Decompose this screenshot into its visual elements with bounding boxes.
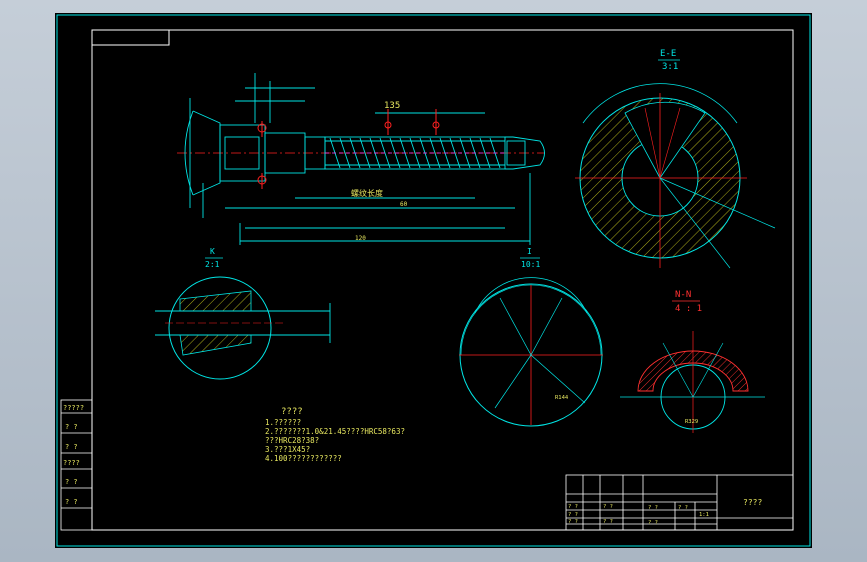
notes-title: ???? — [281, 407, 303, 417]
technical-notes: ???? 1.?????? 2.???????1.0&21.45????HRC5… — [265, 407, 405, 463]
k-label: K — [210, 247, 215, 256]
i-label: I — [527, 247, 532, 256]
tb-cell: ? ? — [648, 505, 658, 511]
ee-scale: 3:1 — [662, 62, 678, 72]
note-line: 1.?????? — [265, 418, 301, 427]
note-line: 2.???????1.0&21.45????HRC58?63? — [265, 427, 405, 436]
side-cell: ? ? — [65, 478, 78, 486]
dim-120: 120 — [355, 235, 366, 242]
note-line: 4.100???????????? — [265, 454, 342, 463]
dim-r144: R144 — [555, 395, 569, 401]
tb-cell: ? ? — [568, 519, 578, 525]
thread-callout: 螺纹长度 — [351, 188, 383, 198]
tb-cell: ? ? — [678, 505, 688, 511]
code-box — [91, 29, 170, 46]
main-view-screw — [177, 73, 545, 245]
k-scale: 2:1 — [205, 260, 220, 269]
detail-i: I 10:1 R144 — [459, 247, 603, 427]
side-cell: ???? — [63, 459, 80, 467]
tb-cell: ? ? — [603, 504, 613, 510]
side-cell: ? ? — [65, 498, 78, 506]
dim-60: 60 — [400, 201, 408, 208]
detail-k: K 2:1 — [155, 247, 331, 380]
section-markers — [257, 109, 440, 189]
title-name: ???? — [743, 498, 762, 507]
i-scale: 10:1 — [521, 260, 540, 269]
side-cell: ? ? — [65, 443, 78, 451]
section-ee: E-E 3:1 — [575, 49, 776, 269]
nn-label: N-N — [675, 290, 691, 300]
note-line: ???HRC28?38? — [265, 436, 319, 445]
ee-label: E-E — [660, 49, 676, 59]
tb-cell: 1:1 — [699, 512, 709, 518]
side-cell: ????? — [63, 404, 84, 412]
cad-drawing: 135 螺纹长度 120 60 E-E 3:1 K 2:1 I 10:1 R14… — [56, 14, 811, 547]
dim-135: 135 — [384, 101, 400, 111]
nn-scale: 4 : 1 — [675, 304, 702, 314]
tb-cell: ? ? — [603, 519, 613, 525]
border-outer — [56, 14, 811, 547]
note-line: 3.???1X45? — [265, 445, 310, 454]
tb-cell: ? ? — [648, 520, 658, 526]
side-cell: ? ? — [65, 423, 78, 431]
section-nn: N-N 4 : 1 R329 — [620, 290, 765, 433]
drawing-sheet: 135 螺纹长度 120 60 E-E 3:1 K 2:1 I 10:1 R14… — [55, 13, 812, 548]
tb-cell: ? ? — [568, 512, 578, 518]
tb-cell: ? ? — [568, 504, 578, 510]
dim-r329: R329 — [685, 419, 698, 425]
